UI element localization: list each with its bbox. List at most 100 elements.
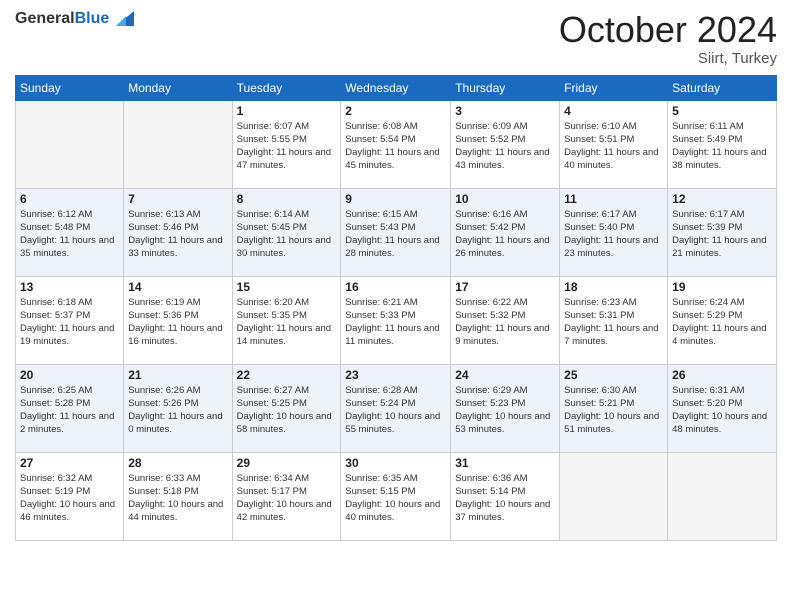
day-number: 9 bbox=[345, 192, 446, 206]
calendar-week-row: 27 Sunrise: 6:32 AMSunset: 5:19 PMDayligh… bbox=[16, 452, 777, 540]
header: GeneralBlue October 2024 Siirt, Turkey bbox=[15, 10, 777, 67]
table-row: 7 Sunrise: 6:13 AMSunset: 5:46 PMDaylight… bbox=[124, 188, 232, 276]
day-number: 14 bbox=[128, 280, 227, 294]
day-number: 3 bbox=[455, 104, 555, 118]
calendar-table: Sunday Monday Tuesday Wednesday Thursday… bbox=[15, 75, 777, 541]
day-info: Sunrise: 6:14 AMSunset: 5:45 PMDaylight:… bbox=[237, 208, 337, 261]
table-row: 17 Sunrise: 6:22 AMSunset: 5:32 PMDayligh… bbox=[451, 276, 560, 364]
table-row: 18 Sunrise: 6:23 AMSunset: 5:31 PMDayligh… bbox=[560, 276, 668, 364]
day-info: Sunrise: 6:15 AMSunset: 5:43 PMDaylight:… bbox=[345, 208, 446, 261]
day-number: 31 bbox=[455, 456, 555, 470]
table-row: 24 Sunrise: 6:29 AMSunset: 5:23 PMDayligh… bbox=[451, 364, 560, 452]
logo-general: General bbox=[15, 10, 75, 27]
table-row: 4Sunrise: 6:10 AMSunset: 5:51 PMDaylight… bbox=[560, 100, 668, 188]
table-row: 26Sunrise: 6:31 AMSunset: 5:20 PMDayligh… bbox=[668, 364, 777, 452]
day-info: Sunrise: 6:18 AMSunset: 5:37 PMDaylight:… bbox=[20, 296, 119, 349]
day-number: 20 bbox=[20, 368, 119, 382]
day-number: 23 bbox=[345, 368, 446, 382]
day-info: Sunrise: 6:12 AMSunset: 5:48 PMDaylight:… bbox=[20, 208, 119, 261]
col-wednesday: Wednesday bbox=[341, 75, 451, 100]
day-info: Sunrise: 6:17 AMSunset: 5:40 PMDaylight:… bbox=[564, 208, 663, 261]
calendar-week-row: 13 Sunrise: 6:18 AMSunset: 5:37 PMDayligh… bbox=[16, 276, 777, 364]
day-info: Sunrise: 6:16 AMSunset: 5:42 PMDaylight:… bbox=[455, 208, 555, 261]
day-number: 27 bbox=[20, 456, 119, 470]
day-number: 21 bbox=[128, 368, 227, 382]
day-info: Sunrise: 6:28 AMSunset: 5:24 PMDaylight:… bbox=[345, 384, 446, 437]
day-info: Sunrise: 6:29 AMSunset: 5:23 PMDaylight:… bbox=[455, 384, 555, 437]
day-info: Sunrise: 6:23 AMSunset: 5:31 PMDaylight:… bbox=[564, 296, 663, 349]
table-row: 5Sunrise: 6:11 AMSunset: 5:49 PMDaylight… bbox=[668, 100, 777, 188]
day-number: 24 bbox=[455, 368, 555, 382]
table-row: 10 Sunrise: 6:16 AMSunset: 5:42 PMDayligh… bbox=[451, 188, 560, 276]
day-info: Sunrise: 6:31 AMSunset: 5:20 PMDaylight:… bbox=[672, 384, 772, 437]
day-number: 4 bbox=[564, 104, 663, 118]
col-thursday: Thursday bbox=[451, 75, 560, 100]
day-info: Sunrise: 6:22 AMSunset: 5:32 PMDaylight:… bbox=[455, 296, 555, 349]
day-number: 17 bbox=[455, 280, 555, 294]
table-row: 8 Sunrise: 6:14 AMSunset: 5:45 PMDaylight… bbox=[232, 188, 341, 276]
table-row: 6 Sunrise: 6:12 AMSunset: 5:48 PMDaylight… bbox=[16, 188, 124, 276]
day-info: Sunrise: 6:08 AMSunset: 5:54 PMDaylight:… bbox=[345, 120, 446, 173]
day-number: 11 bbox=[564, 192, 663, 206]
day-info: Sunrise: 6:24 AMSunset: 5:29 PMDaylight:… bbox=[672, 296, 772, 349]
day-number: 28 bbox=[128, 456, 227, 470]
day-info: Sunrise: 6:26 AMSunset: 5:26 PMDaylight:… bbox=[128, 384, 227, 437]
table-row: 29 Sunrise: 6:34 AMSunset: 5:17 PMDayligh… bbox=[232, 452, 341, 540]
day-number: 6 bbox=[20, 192, 119, 206]
col-sunday: Sunday bbox=[16, 75, 124, 100]
calendar-week-row: 20 Sunrise: 6:25 AMSunset: 5:28 PMDayligh… bbox=[16, 364, 777, 452]
day-info: Sunrise: 6:17 AMSunset: 5:39 PMDaylight:… bbox=[672, 208, 772, 261]
day-info: Sunrise: 6:34 AMSunset: 5:17 PMDaylight:… bbox=[237, 472, 337, 525]
table-row: 23 Sunrise: 6:28 AMSunset: 5:24 PMDayligh… bbox=[341, 364, 451, 452]
table-row: 1Sunrise: 6:07 AMSunset: 5:55 PMDaylight… bbox=[232, 100, 341, 188]
table-row: 12 Sunrise: 6:17 AMSunset: 5:39 PMDayligh… bbox=[668, 188, 777, 276]
logo-icon bbox=[116, 11, 134, 26]
table-row bbox=[668, 452, 777, 540]
day-number: 1 bbox=[237, 104, 337, 118]
col-friday: Friday bbox=[560, 75, 668, 100]
table-row: 20 Sunrise: 6:25 AMSunset: 5:28 PMDayligh… bbox=[16, 364, 124, 452]
month-year-title: October 2024 bbox=[559, 10, 777, 50]
table-row bbox=[560, 452, 668, 540]
day-info: Sunrise: 6:25 AMSunset: 5:28 PMDaylight:… bbox=[20, 384, 119, 437]
day-number: 15 bbox=[237, 280, 337, 294]
day-info: Sunrise: 6:19 AMSunset: 5:36 PMDaylight:… bbox=[128, 296, 227, 349]
table-row bbox=[124, 100, 232, 188]
day-number: 10 bbox=[455, 192, 555, 206]
table-row: 25Sunrise: 6:30 AMSunset: 5:21 PMDayligh… bbox=[560, 364, 668, 452]
table-row: 9 Sunrise: 6:15 AMSunset: 5:43 PMDaylight… bbox=[341, 188, 451, 276]
calendar-header-row: Sunday Monday Tuesday Wednesday Thursday… bbox=[16, 75, 777, 100]
day-number: 18 bbox=[564, 280, 663, 294]
day-info: Sunrise: 6:33 AMSunset: 5:18 PMDaylight:… bbox=[128, 472, 227, 525]
day-info: Sunrise: 6:21 AMSunset: 5:33 PMDaylight:… bbox=[345, 296, 446, 349]
title-section: October 2024 Siirt, Turkey bbox=[559, 10, 777, 67]
day-number: 22 bbox=[237, 368, 337, 382]
table-row: 30Sunrise: 6:35 AMSunset: 5:15 PMDayligh… bbox=[341, 452, 451, 540]
table-row: 2 Sunrise: 6:08 AMSunset: 5:54 PMDaylight… bbox=[341, 100, 451, 188]
day-number: 12 bbox=[672, 192, 772, 206]
day-number: 7 bbox=[128, 192, 227, 206]
col-monday: Monday bbox=[124, 75, 232, 100]
day-info: Sunrise: 6:09 AMSunset: 5:52 PMDaylight:… bbox=[455, 120, 555, 173]
day-info: Sunrise: 6:27 AMSunset: 5:25 PMDaylight:… bbox=[237, 384, 337, 437]
table-row: 31 Sunrise: 6:36 AMSunset: 5:14 PMDayligh… bbox=[451, 452, 560, 540]
day-number: 13 bbox=[20, 280, 119, 294]
day-number: 16 bbox=[345, 280, 446, 294]
day-info: Sunrise: 6:13 AMSunset: 5:46 PMDaylight:… bbox=[128, 208, 227, 261]
day-number: 30 bbox=[345, 456, 446, 470]
day-number: 8 bbox=[237, 192, 337, 206]
table-row bbox=[16, 100, 124, 188]
calendar-week-row: 6 Sunrise: 6:12 AMSunset: 5:48 PMDaylight… bbox=[16, 188, 777, 276]
table-row: 14 Sunrise: 6:19 AMSunset: 5:36 PMDayligh… bbox=[124, 276, 232, 364]
day-info: Sunrise: 6:20 AMSunset: 5:35 PMDaylight:… bbox=[237, 296, 337, 349]
day-number: 29 bbox=[237, 456, 337, 470]
table-row: 27 Sunrise: 6:32 AMSunset: 5:19 PMDayligh… bbox=[16, 452, 124, 540]
location-subtitle: Siirt, Turkey bbox=[559, 50, 777, 67]
page: GeneralBlue October 2024 Siirt, Turkey S… bbox=[0, 0, 792, 612]
day-info: Sunrise: 6:32 AMSunset: 5:19 PMDaylight:… bbox=[20, 472, 119, 525]
day-number: 2 bbox=[345, 104, 446, 118]
table-row: 13 Sunrise: 6:18 AMSunset: 5:37 PMDayligh… bbox=[16, 276, 124, 364]
day-info: Sunrise: 6:36 AMSunset: 5:14 PMDaylight:… bbox=[455, 472, 555, 525]
logo: GeneralBlue bbox=[15, 10, 134, 28]
table-row: 28 Sunrise: 6:33 AMSunset: 5:18 PMDayligh… bbox=[124, 452, 232, 540]
